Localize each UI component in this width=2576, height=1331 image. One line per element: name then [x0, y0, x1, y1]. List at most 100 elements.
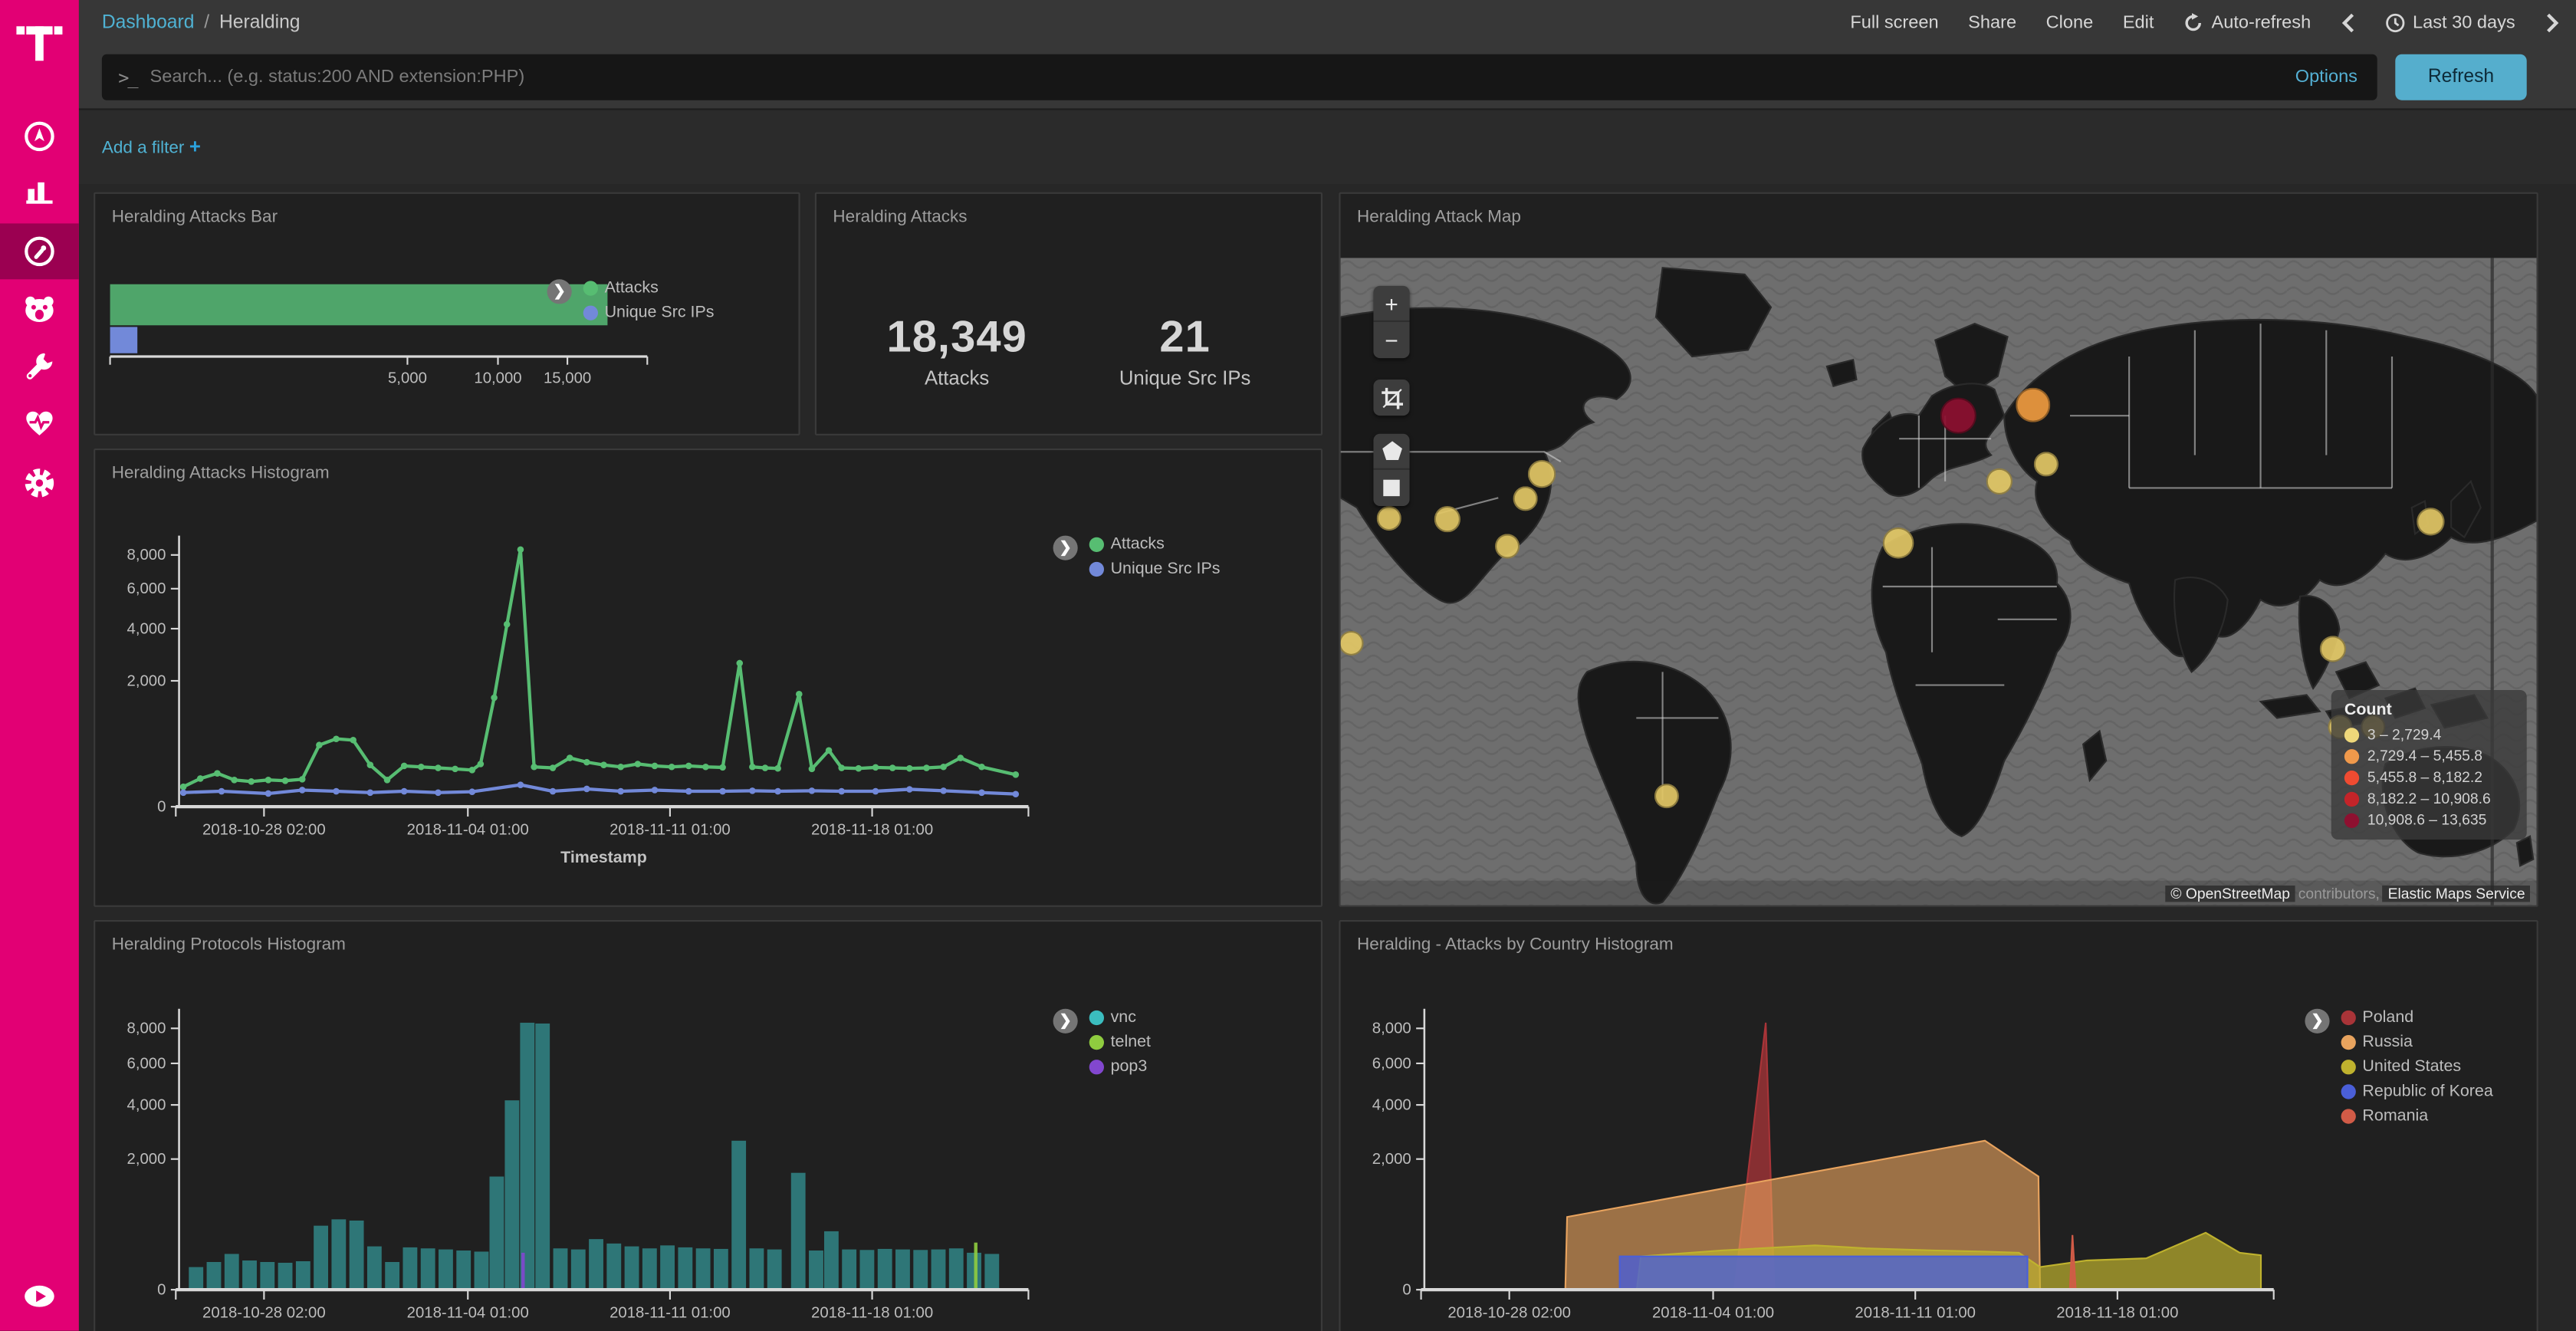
search-input[interactable]: [150, 67, 2295, 87]
data-point: [231, 777, 238, 784]
bar-vnc: [402, 1247, 417, 1290]
bar-vnc: [475, 1251, 489, 1290]
data-point: [1013, 771, 1020, 778]
sidebar-collapse-button[interactable]: [0, 1268, 79, 1324]
zoom-out-button[interactable]: −: [1373, 322, 1409, 358]
data-point: [838, 764, 845, 771]
sidebar-item-discover[interactable]: [0, 108, 79, 164]
data-point: [826, 747, 833, 754]
chevron-right-icon: [2545, 13, 2559, 33]
legend-item-attacks[interactable]: Attacks: [1089, 536, 1221, 554]
map-dot[interactable]: [1882, 527, 1914, 558]
map-legend-title: Count: [2344, 702, 2514, 720]
chevron-left-icon: [2341, 13, 2355, 33]
bar-vnc: [878, 1249, 892, 1290]
map-dot[interactable]: [2033, 451, 2058, 475]
edit-button[interactable]: Edit: [2123, 13, 2154, 33]
bar-vnc: [489, 1177, 504, 1290]
breadcrumb-separator: /: [204, 13, 209, 33]
map-dot[interactable]: [1376, 505, 1401, 530]
sidebar-item-dev-tools[interactable]: [0, 338, 79, 394]
data-point: [940, 764, 947, 771]
share-button[interactable]: Share: [1968, 13, 2016, 33]
legend-item-telnet[interactable]: telnet: [1089, 1034, 1151, 1052]
sidebar-item-visualize[interactable]: [0, 163, 79, 219]
legend-toggle-chevron-icon[interactable]: ❯: [2305, 1009, 2329, 1034]
legend-toggle-chevron-icon[interactable]: ❯: [1053, 536, 1078, 560]
bar-vnc: [824, 1231, 839, 1290]
metric-label: Attacks: [886, 366, 1027, 389]
panel-title: Heralding Attacks Bar: [112, 207, 278, 227]
map-dot[interactable]: [1940, 398, 1976, 434]
legend-item-unique-src-ips[interactable]: Unique Src IPs: [1089, 560, 1221, 579]
metric-attacks: 18,349 Attacks: [886, 312, 1027, 389]
clone-button[interactable]: Clone: [2046, 13, 2094, 33]
map-dot[interactable]: [1986, 468, 2013, 495]
attribution-link[interactable]: Elastic Maps Service: [2383, 885, 2530, 901]
legend-item-unique-src-ips[interactable]: Unique Src IPs: [583, 304, 715, 322]
y-tick-label: 6,000: [1372, 1055, 1411, 1072]
legend-item-united-states[interactable]: United States: [2341, 1058, 2493, 1076]
legend-item-attacks[interactable]: Attacks: [583, 279, 715, 297]
bar-vnc: [660, 1245, 675, 1290]
terminal-prompt-icon: >_: [118, 67, 136, 88]
full-screen-button[interactable]: Full screen: [1850, 13, 1938, 33]
options-link[interactable]: Options: [2295, 67, 2358, 87]
data-point: [978, 764, 985, 771]
plus-icon: +: [189, 135, 201, 158]
legend-item-romania[interactable]: Romania: [2341, 1107, 2493, 1126]
data-point: [180, 790, 187, 797]
legend-color-dot: [2341, 1060, 2356, 1074]
polygon-tool-button[interactable]: [1373, 434, 1409, 470]
x-tick-label: 10,000: [474, 370, 521, 386]
map-dot[interactable]: [2320, 636, 2346, 662]
t-mobile-logo[interactable]: [0, 10, 79, 69]
map-dot[interactable]: [1434, 506, 1460, 532]
query-bar: >_ Options: [102, 54, 2377, 100]
y-tick-label: 4,000: [1372, 1097, 1411, 1114]
legend-item-republic-of-korea[interactable]: Republic of Korea: [2341, 1083, 2493, 1101]
legend-label: Romania: [2362, 1107, 2428, 1126]
crop-tool-button[interactable]: [1373, 380, 1409, 416]
bar-vnc: [860, 1250, 875, 1290]
map-legend-color-dot: [2344, 813, 2359, 827]
data-point: [889, 764, 896, 771]
map-dot[interactable]: [1341, 630, 1363, 655]
data-point: [468, 767, 475, 774]
map-dot[interactable]: [2416, 507, 2443, 534]
map-dot[interactable]: [1527, 459, 1555, 487]
map-dot[interactable]: [2015, 387, 2049, 422]
legend-toggle-chevron-icon[interactable]: ❯: [547, 279, 572, 304]
data-point: [567, 754, 573, 761]
legend-item-vnc[interactable]: vnc: [1089, 1009, 1151, 1027]
legend-toggle-chevron-icon[interactable]: ❯: [1053, 1009, 1078, 1034]
panel-country-histogram: Heralding - Attacks by Country Histogram…: [1339, 920, 2538, 1331]
time-forward-button[interactable]: [2545, 13, 2559, 33]
map-dot[interactable]: [1512, 485, 1536, 510]
sidebar-item-honeypot[interactable]: [0, 281, 79, 337]
map-legend-label: 2,729.4 – 5,455.8: [2367, 748, 2482, 764]
map-dot[interactable]: [1494, 533, 1519, 557]
time-back-button[interactable]: [2341, 13, 2355, 33]
legend-item-poland[interactable]: Poland: [2341, 1009, 2493, 1027]
time-picker-button[interactable]: Last 30 days: [2385, 13, 2515, 33]
rectangle-tool-button[interactable]: [1373, 470, 1409, 506]
zoom-in-button[interactable]: +: [1373, 286, 1409, 322]
data-point: [906, 786, 913, 793]
y-tick-label: 4,000: [127, 620, 166, 637]
attribution-link[interactable]: © OpenStreetMap: [2166, 885, 2295, 901]
refresh-button[interactable]: Refresh: [2395, 54, 2526, 100]
auto-refresh-button[interactable]: Auto-refresh: [2183, 13, 2311, 33]
sidebar-item-dashboard[interactable]: [0, 223, 79, 279]
data-point: [265, 777, 272, 784]
data-point: [719, 788, 726, 795]
breadcrumb-dashboard-link[interactable]: Dashboard: [102, 13, 195, 33]
world-map[interactable]: +− Count 3 – 2,729.42,729.4 – 5,455.85,4…: [1341, 258, 2537, 905]
legend-label: Russia: [2362, 1034, 2413, 1052]
legend-item-russia[interactable]: Russia: [2341, 1034, 2493, 1052]
sidebar-item-monitoring[interactable]: [0, 396, 79, 452]
add-filter-button[interactable]: Add a filter+: [102, 135, 201, 158]
sidebar-item-management[interactable]: [0, 455, 79, 511]
legend-item-pop3[interactable]: pop3: [1089, 1058, 1151, 1076]
map-dot[interactable]: [1654, 783, 1678, 807]
